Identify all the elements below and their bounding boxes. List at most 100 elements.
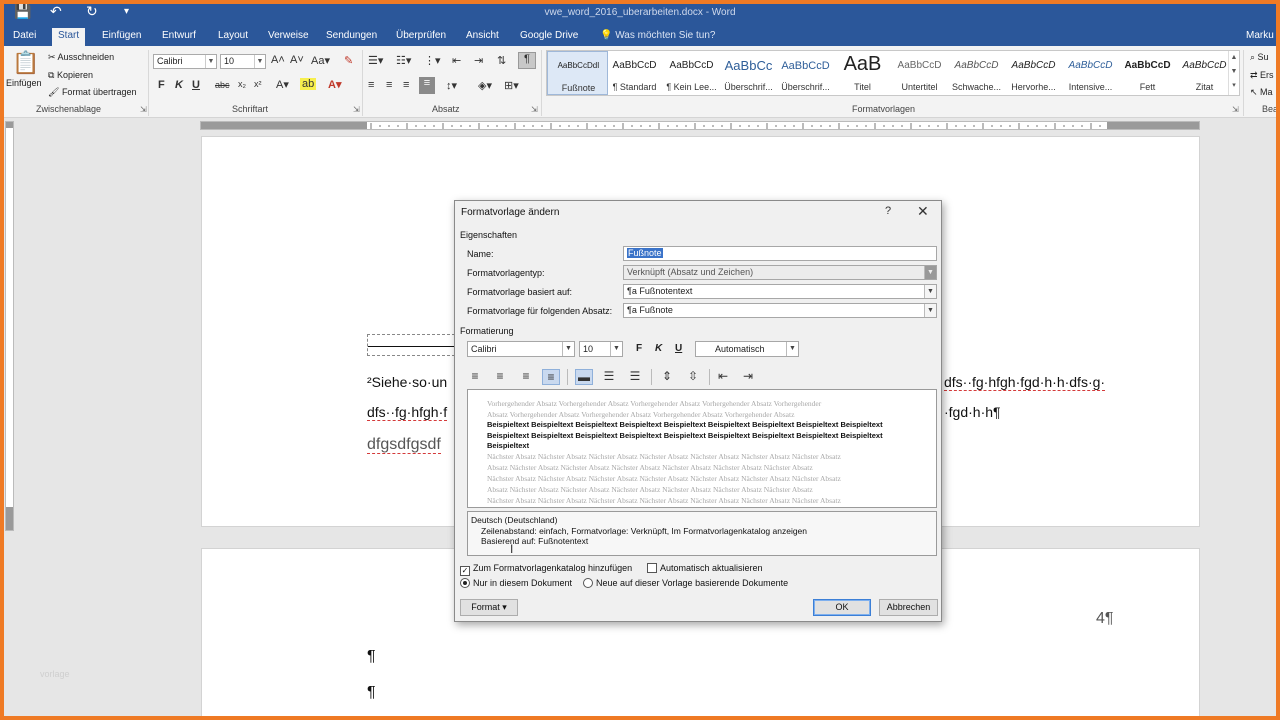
font-size-combo[interactable]: 10 ▼ (220, 54, 266, 69)
select-button[interactable]: ↖ Ma (1250, 87, 1273, 98)
style-tile[interactable]: AaBbCcD Schwache... (946, 51, 1007, 95)
style-tile[interactable]: AaBbCcD Intensive... (1060, 51, 1121, 95)
chevron-down-icon[interactable]: ▼ (254, 55, 265, 68)
shrink-font-icon[interactable]: A˅ (290, 54, 304, 66)
grow-font-icon[interactable]: A˄ (271, 54, 285, 66)
paste-icon[interactable]: 📋 (12, 50, 39, 76)
text-effects-icon[interactable]: A▾ (276, 78, 289, 91)
justify-icon[interactable]: ≡ (419, 77, 435, 94)
document-text-line[interactable]: dfs··fg·hfgh·f (367, 404, 448, 421)
bold-icon[interactable]: F (158, 79, 165, 91)
chevron-down-icon[interactable]: ▼ (562, 342, 574, 356)
style-tile[interactable]: AaBbCcD Überschrif... (775, 51, 836, 95)
font-name-combo[interactable]: Calibri ▼ (153, 54, 217, 69)
paste-label[interactable]: Einfügen (6, 78, 42, 88)
space-before-icon[interactable]: ⇕ (658, 369, 676, 385)
next-paragraph-select[interactable]: ¶a Fußnote ▼ (623, 303, 937, 318)
strikethrough-icon[interactable]: abc (215, 80, 230, 90)
paragraph-mark[interactable]: ¶ (367, 648, 376, 666)
double-spacing-icon[interactable]: ☰ (626, 369, 644, 385)
dialog-font-combo[interactable]: Calibri ▼ (467, 341, 575, 357)
bullets-icon[interactable]: ☰▾ (368, 54, 383, 67)
document-text-line[interactable]: ²Siehe·so·un (367, 374, 447, 390)
increase-indent-icon[interactable]: ⇥ (739, 369, 757, 385)
tell-me-search[interactable]: 💡 Was möchten Sie tun? (594, 28, 721, 46)
document-text-line[interactable]: ·fgd·h·h¶ (944, 404, 1001, 420)
tab-ueberpruefen[interactable]: Überprüfen (390, 28, 452, 46)
only-this-document-radio[interactable]: Nur in diesem Dokument (460, 578, 572, 588)
document-text-line[interactable]: dfgsdfgsdf (367, 436, 441, 454)
multilevel-list-icon[interactable]: ⋮▾ (424, 54, 441, 67)
style-tile[interactable]: AaBbCcD Untertitel (889, 51, 950, 95)
sort-icon[interactable]: ⇅ (497, 54, 506, 67)
font-color-icon[interactable]: A▾ (328, 78, 341, 91)
copy-button[interactable]: ⧉ Kopieren (48, 70, 93, 81)
style-tile[interactable]: AaBbCcD ¶ Standard (604, 51, 665, 95)
chevron-down-icon[interactable]: ▼ (786, 342, 798, 356)
tab-entwurf[interactable]: Entwurf (156, 28, 202, 46)
italic-button[interactable]: K (655, 343, 662, 354)
gallery-scroll[interactable]: ▲ ▼ ▾ (1228, 51, 1239, 95)
numbering-icon[interactable]: ☷▾ (396, 54, 411, 67)
change-case-icon[interactable]: Aa▾ (311, 54, 330, 67)
tab-ansicht[interactable]: Ansicht (460, 28, 505, 46)
cancel-button[interactable]: Abbrechen (879, 599, 938, 616)
underline-button[interactable]: U (675, 343, 682, 354)
style-tile[interactable]: AaBbCcD ¶ Kein Lee... (661, 51, 722, 95)
style-type-select[interactable]: Verknüpft (Absatz und Zeichen) ▼ (623, 265, 937, 280)
show-formatting-marks-icon[interactable]: ¶ (518, 52, 536, 69)
chevron-down-icon[interactable]: ▼ (924, 285, 936, 298)
style-tile[interactable]: AaBbCcDdI Fußnote (547, 51, 608, 95)
paragraph-mark[interactable]: ¶ (367, 684, 376, 702)
dialog-size-combo[interactable]: 10 ▼ (579, 341, 623, 357)
tab-google-drive[interactable]: Google Drive (514, 28, 584, 46)
justify-icon[interactable]: ≡ (542, 369, 560, 385)
chevron-down-icon[interactable]: ▼ (205, 55, 216, 68)
paragraph-launcher-icon[interactable]: ⇲ (531, 105, 538, 114)
help-button[interactable]: ? (885, 205, 891, 217)
style-tile[interactable]: AaBbCc Überschrif... (718, 51, 779, 95)
tab-layout[interactable]: Layout (212, 28, 254, 46)
align-right-icon[interactable]: ≡ (517, 369, 535, 385)
cut-button[interactable]: ✂ Ausschneiden (48, 52, 114, 63)
decrease-indent-icon[interactable]: ⇤ (452, 54, 461, 67)
style-tile[interactable]: AaBbCcD Zitat (1174, 51, 1235, 95)
font-color-combo[interactable]: Automatisch ▼ (695, 341, 799, 357)
tab-start[interactable]: Start (52, 28, 86, 46)
underline-icon[interactable]: U (192, 79, 200, 91)
new-documents-radio[interactable]: Neue auf dieser Vorlage basierende Dokum… (583, 578, 788, 588)
single-spacing-icon[interactable]: ▬ (575, 369, 593, 385)
bold-button[interactable]: F (636, 343, 642, 354)
space-after-icon[interactable]: ⇳ (684, 369, 702, 385)
chevron-down-icon[interactable]: ▼ (924, 304, 936, 317)
styles-launcher-icon[interactable]: ⇲ (1232, 105, 1239, 114)
italic-icon[interactable]: K (175, 79, 183, 91)
tab-sendungen[interactable]: Sendungen (320, 28, 383, 46)
document-text-line[interactable]: dfs··fg·hfgh·fgd·h·h·dfs·g· (944, 374, 1106, 391)
tab-datei[interactable]: Datei (7, 28, 42, 46)
close-icon[interactable]: ✕ (917, 203, 929, 220)
align-left-icon[interactable]: ≡ (368, 79, 374, 91)
replace-button[interactable]: ⇄ Ers (1250, 70, 1274, 81)
horizontal-ruler[interactable] (200, 121, 1200, 130)
superscript-icon[interactable]: x² (254, 79, 262, 89)
ok-button[interactable]: OK (813, 599, 871, 616)
align-center-icon[interactable]: ≡ (491, 369, 509, 385)
style-tile[interactable]: AaBbCcD Fett (1117, 51, 1178, 95)
based-on-select[interactable]: ¶a Fußnotentext ▼ (623, 284, 937, 299)
name-input[interactable]: Fußnote (623, 246, 937, 261)
one-half-spacing-icon[interactable]: ☰ (600, 369, 618, 385)
tab-verweise[interactable]: Verweise (262, 28, 315, 46)
shading-icon[interactable]: ◈▾ (478, 79, 492, 92)
align-left-icon[interactable]: ≡ (466, 369, 484, 385)
increase-indent-icon[interactable]: ⇥ (474, 54, 483, 67)
style-tile[interactable]: AaBbCcD Hervorhe... (1003, 51, 1064, 95)
clear-formatting-icon[interactable]: ✎ (344, 54, 353, 67)
vertical-ruler[interactable] (5, 121, 14, 531)
tab-einfuegen[interactable]: Einfügen (96, 28, 147, 46)
highlight-icon[interactable]: ab (300, 78, 317, 90)
align-center-icon[interactable]: ≡ (386, 79, 392, 91)
add-to-gallery-checkbox[interactable]: ✓ Zum Formatvorlagenkatalog hinzufügen (460, 563, 632, 576)
decrease-indent-icon[interactable]: ⇤ (714, 369, 732, 385)
format-painter-button[interactable]: 🖌 Format übertragen (48, 87, 136, 98)
